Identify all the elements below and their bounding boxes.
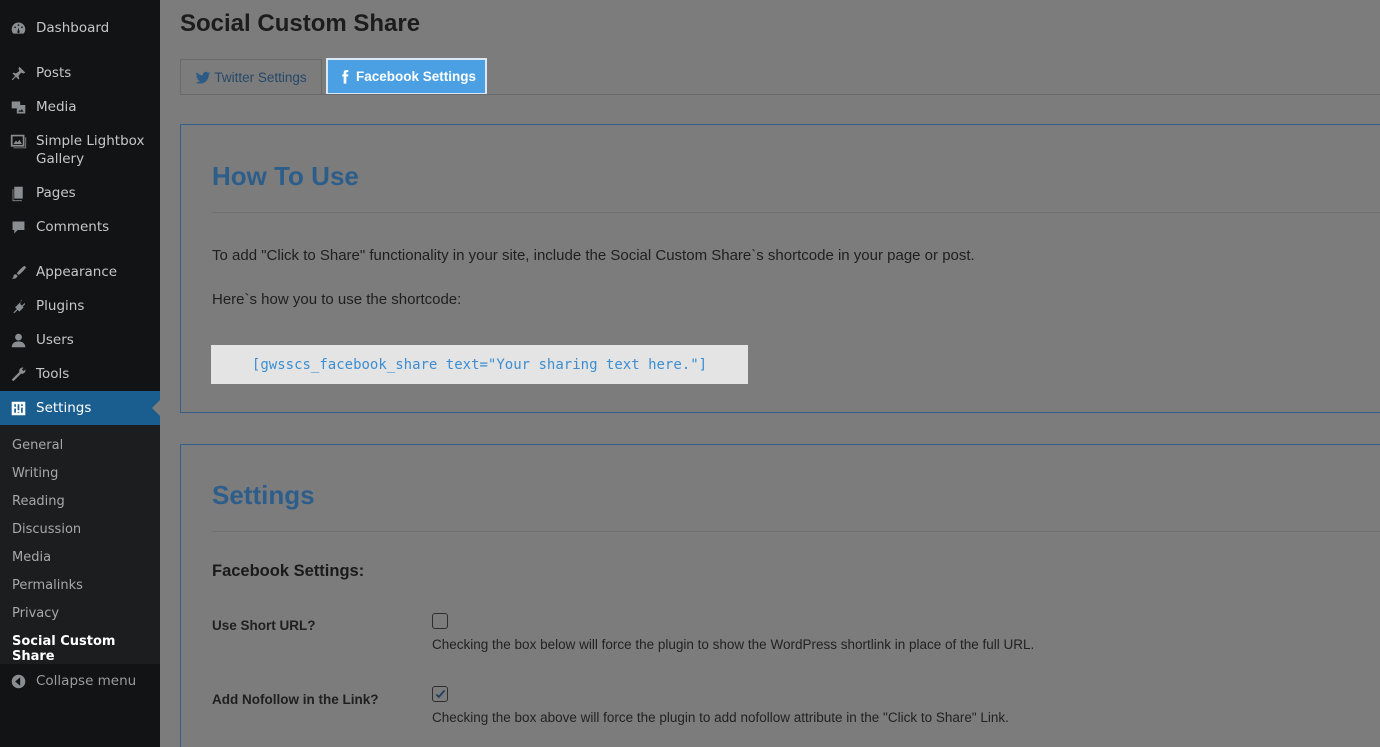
main-content: Social Custom Share Twitter Settings Fac… xyxy=(160,0,1380,747)
use-short-url-checkbox[interactable] xyxy=(432,613,448,629)
sidebar-item-label: Pages xyxy=(36,185,76,201)
plugin-icon xyxy=(8,297,28,315)
settings-icon xyxy=(8,399,28,417)
tabs-divider xyxy=(180,94,1380,95)
how-to-use-intro: To add "Click to Share" functionality in… xyxy=(212,247,975,264)
collapse-menu-label: Collapse menu xyxy=(36,673,137,689)
submenu-item-media[interactable]: Media xyxy=(12,550,51,565)
sidebar-item-settings[interactable]: Settings xyxy=(0,391,160,425)
sidebar-item-label: Settings xyxy=(36,400,92,416)
use-short-url-label: Use Short URL? xyxy=(212,618,316,633)
settings-panel: Settings Facebook Settings: Use Short UR… xyxy=(180,444,1380,747)
how-to-use-title: How To Use xyxy=(212,161,359,191)
add-nofollow-checkbox[interactable] xyxy=(432,686,448,702)
sidebar-item-label: Plugins xyxy=(36,298,85,314)
add-nofollow-description: Checking the box above will force the pl… xyxy=(432,710,1009,725)
sidebar-item-posts[interactable]: Posts xyxy=(0,64,160,82)
wrench-icon xyxy=(8,365,28,383)
settings-divider xyxy=(212,531,1380,532)
how-to-use-divider xyxy=(212,212,1380,213)
admin-sidebar: Dashboard Posts Media Simple Lightbox Ga… xyxy=(0,0,160,747)
twitter-icon xyxy=(196,71,211,84)
comments-icon xyxy=(8,218,28,236)
how-to-use-panel: How To Use To add "Click to Share" funct… xyxy=(180,124,1380,413)
sidebar-item-label: Appearance xyxy=(36,264,118,280)
page-title: Social Custom Share xyxy=(180,10,421,37)
sidebar-item-label: Comments xyxy=(36,219,110,235)
sidebar-item-appearance[interactable]: Appearance xyxy=(0,263,160,281)
submenu-item-general[interactable]: General xyxy=(12,438,63,453)
how-to-use-usage: Here`s how you to use the shortcode: xyxy=(212,291,462,308)
dashboard-icon xyxy=(8,19,28,37)
facebook-icon xyxy=(342,69,349,84)
submenu-item-writing[interactable]: Writing xyxy=(12,466,58,481)
use-short-url-description: Checking the box below will force the pl… xyxy=(432,637,1035,652)
tab-twitter-settings[interactable]: Twitter Settings xyxy=(180,59,322,95)
checkmark-icon xyxy=(435,689,445,698)
sidebar-item-label: Dashboard xyxy=(36,20,110,36)
sidebar-item-label: Media xyxy=(36,99,77,115)
sidebar-item-label: Users xyxy=(36,332,74,348)
submenu-item-privacy[interactable]: Privacy xyxy=(12,606,59,621)
media-icon xyxy=(8,98,28,116)
sidebar-item-label: Tools xyxy=(36,366,70,382)
pages-icon xyxy=(8,184,28,202)
sidebar-item-plugins[interactable]: Plugins xyxy=(0,297,160,315)
sidebar-item-comments[interactable]: Comments xyxy=(0,218,160,236)
sidebar-item-label: Simple Lightbox Gallery xyxy=(36,133,145,167)
user-icon xyxy=(8,331,28,349)
submenu-item-permalinks[interactable]: Permalinks xyxy=(12,578,83,593)
sidebar-item-users[interactable]: Users xyxy=(0,331,160,349)
active-indicator-arrow xyxy=(152,400,160,416)
sidebar-item-pages[interactable]: Pages xyxy=(0,184,160,202)
submenu-item-discussion[interactable]: Discussion xyxy=(12,522,81,537)
sidebar-item-media[interactable]: Media xyxy=(0,98,160,116)
tab-facebook-settings[interactable]: Facebook Settings xyxy=(326,58,487,95)
sidebar-item-simple-lightbox-gallery[interactable]: Simple Lightbox Gallery xyxy=(0,132,160,168)
sidebar-item-label: Posts xyxy=(36,65,72,81)
collapse-menu-button[interactable]: Collapse menu xyxy=(0,672,160,690)
sidebar-item-dashboard[interactable]: Dashboard xyxy=(0,19,160,37)
submenu-item-social-custom-share[interactable]: Social Custom Share xyxy=(12,634,160,664)
shortcode-box[interactable]: [gwsscs_facebook_share text="Your sharin… xyxy=(211,345,748,384)
add-nofollow-label: Add Nofollow in the Link? xyxy=(212,692,379,707)
pin-icon xyxy=(8,64,28,82)
facebook-settings-heading: Facebook Settings: xyxy=(212,562,365,580)
tab-twitter-label: Twitter Settings xyxy=(214,70,307,85)
tab-facebook-label: Facebook Settings xyxy=(355,69,477,84)
collapse-arrow-icon xyxy=(8,672,28,690)
sidebar-item-tools[interactable]: Tools xyxy=(0,365,160,383)
settings-submenu: General Writing Reading Discussion Media… xyxy=(0,425,160,664)
gallery-icon xyxy=(8,132,28,150)
submenu-item-reading[interactable]: Reading xyxy=(12,494,65,509)
settings-title: Settings xyxy=(212,480,315,510)
brush-icon xyxy=(8,263,28,281)
